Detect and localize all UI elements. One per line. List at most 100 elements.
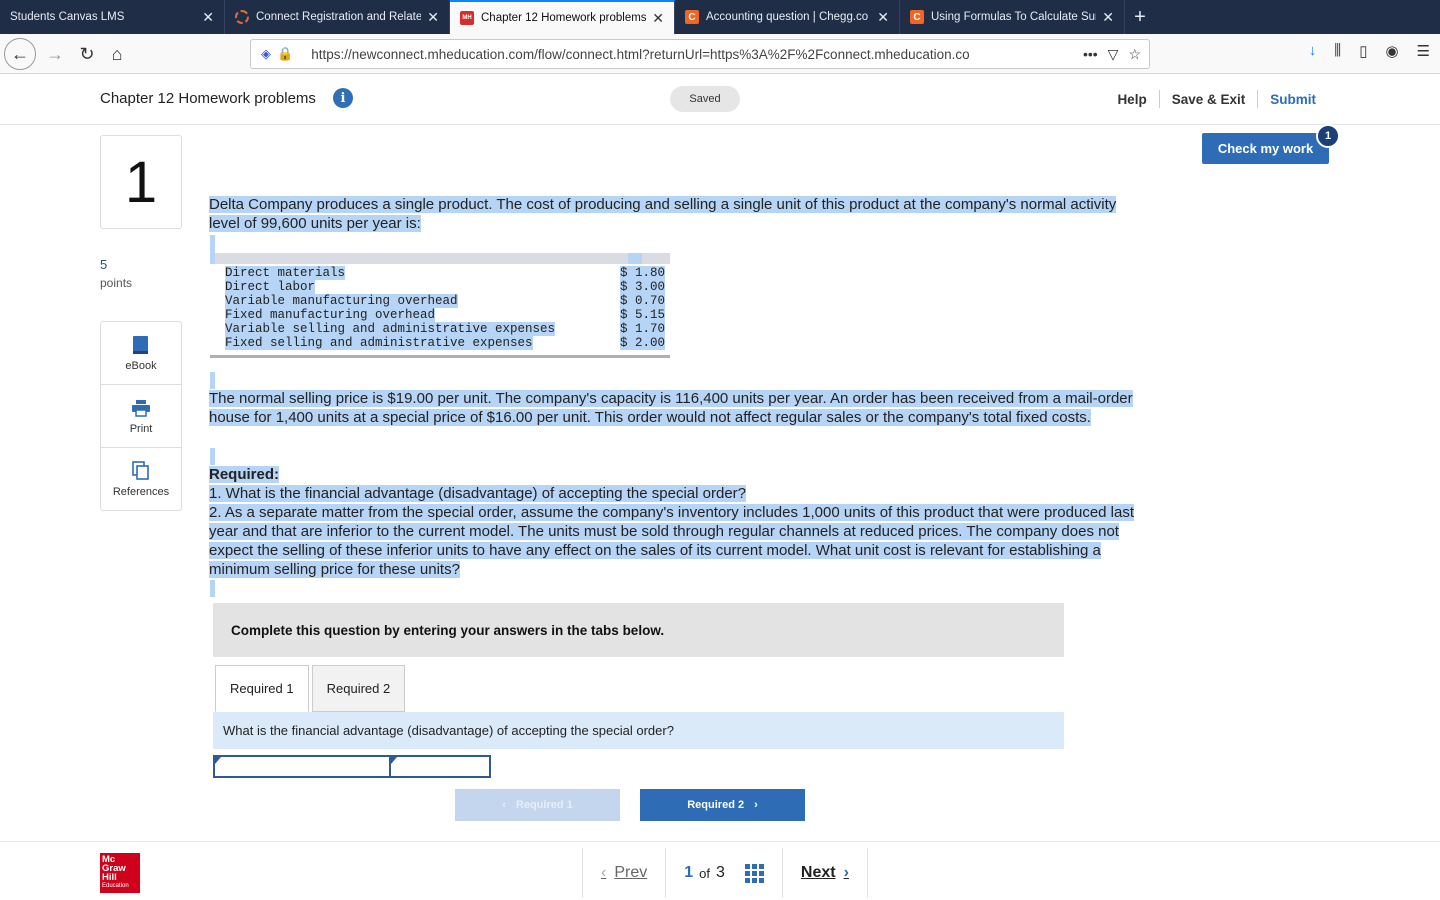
answer-tabs: Required 1 Required 2 xyxy=(215,665,406,712)
forward-arrow-icon[interactable]: → xyxy=(40,39,70,69)
cost-name: Fixed manufacturing overhead xyxy=(225,308,436,322)
cost-name: Variable manufacturing overhead xyxy=(225,294,458,308)
prev-required-button[interactable]: ‹ Required 1 xyxy=(455,789,620,821)
next-question-button[interactable]: Next › xyxy=(783,848,867,898)
question-number: 1 xyxy=(100,135,182,229)
cost-value: $ 5.15 xyxy=(620,308,666,322)
browser-tab-canvas[interactable]: Students Canvas LMS ✕ xyxy=(0,0,225,34)
required-section: Required: 1. What is the financial advan… xyxy=(209,465,1149,579)
question-pager: ‹ Prev 1 of 3 Next › xyxy=(582,848,868,898)
cost-name: Fixed selling and administrative expense… xyxy=(225,336,533,350)
cost-name: Direct materials xyxy=(225,266,346,280)
address-bar[interactable]: ◈ 🔒 https://newconnect.mheducation.com/f… xyxy=(250,39,1150,69)
pocket-icon[interactable]: ▽ xyxy=(1108,46,1119,63)
saved-status-badge: Saved xyxy=(670,86,740,112)
browser-nav-bar: ← → ↻ ⌂ ◈ 🔒 https://newconnect.mheducati… xyxy=(0,34,1440,74)
prev-label: Prev xyxy=(614,864,648,881)
cost-value: $ 2.00 xyxy=(620,336,666,350)
browser-tab-bar: Students Canvas LMS ✕ Connect Registrati… xyxy=(0,0,1440,34)
next-label: Next xyxy=(800,864,836,881)
chegg-favicon-icon: C xyxy=(910,10,924,24)
table-divider xyxy=(210,355,670,358)
library-icon[interactable]: ⫼ xyxy=(1334,42,1341,60)
download-icon[interactable]: ↓ xyxy=(1309,42,1317,60)
tool-label: Print xyxy=(129,422,153,435)
close-icon[interactable]: ✕ xyxy=(1102,9,1114,26)
tab-prompt: What is the financial advantage (disadva… xyxy=(213,712,1064,749)
table-row: Variable manufacturing overhead $ 0.70 xyxy=(210,294,680,308)
submit-link[interactable]: Submit xyxy=(1258,92,1328,107)
account-icon[interactable]: ◉ xyxy=(1385,42,1398,60)
tab-label: Students Canvas LMS xyxy=(10,11,125,23)
tab-label: Accounting question | Chegg.co xyxy=(706,11,869,23)
chegg-favicon-icon: C xyxy=(685,10,699,24)
reload-icon[interactable]: ↻ xyxy=(72,39,102,69)
url-text[interactable]: https://newconnect.mheducation.com/flow/… xyxy=(311,47,1083,62)
question-count[interactable]: 1 of 3 xyxy=(665,848,783,898)
print-button[interactable]: Print xyxy=(101,385,181,448)
sidebar-icon[interactable]: ▯ xyxy=(1359,42,1367,60)
cost-value: $ 1.70 xyxy=(620,322,666,336)
points-label: points xyxy=(100,276,133,290)
browser-tab-formulas[interactable]: C Using Formulas To Calculate Sur ✕ xyxy=(900,0,1125,34)
references-button[interactable]: References xyxy=(101,448,181,511)
of-label: of xyxy=(699,865,710,881)
answer-amount-input[interactable] xyxy=(391,755,491,778)
book-icon xyxy=(131,335,151,355)
chevron-left-icon: ‹ xyxy=(601,864,607,881)
next-required-button[interactable]: Required 2 › xyxy=(640,789,805,821)
tab-label: Chapter 12 Homework problems xyxy=(481,12,647,24)
tab-required-1[interactable]: Required 1 xyxy=(215,665,309,712)
check-my-work-button[interactable]: Check my work xyxy=(1202,133,1329,164)
bookmark-star-icon[interactable]: ☆ xyxy=(1128,46,1141,63)
page-actions-icon[interactable]: ••• xyxy=(1083,46,1098,62)
menu-icon[interactable]: ☰ xyxy=(1417,42,1430,60)
close-icon[interactable]: ✕ xyxy=(202,9,214,26)
grid-icon[interactable] xyxy=(744,863,764,883)
browser-tab-homework[interactable]: MH Chapter 12 Homework problems ✕ xyxy=(450,0,675,34)
save-exit-link[interactable]: Save & Exit xyxy=(1160,92,1258,107)
question-body: The normal selling price is $19.00 per u… xyxy=(209,390,1133,426)
table-row: Direct labor $ 3.00 xyxy=(210,280,680,294)
current-question-number: 1 xyxy=(684,864,694,881)
info-icon[interactable]: i xyxy=(333,88,353,108)
help-link[interactable]: Help xyxy=(1105,92,1158,107)
mcgraw-hill-logo: Mc Graw Hill Education xyxy=(100,853,140,893)
new-tab-icon[interactable]: + xyxy=(1125,0,1155,34)
cost-table-header xyxy=(210,253,670,264)
selection-marker xyxy=(210,448,215,465)
prev-question-button[interactable]: ‹ Prev xyxy=(583,848,665,898)
selection-marker xyxy=(210,580,215,597)
selection-marker xyxy=(210,372,215,389)
cost-name: Direct labor xyxy=(225,280,316,294)
answer-row xyxy=(213,755,491,778)
copy-documents-icon xyxy=(131,461,151,481)
home-icon[interactable]: ⌂ xyxy=(102,39,132,69)
answer-label-input[interactable] xyxy=(213,755,391,778)
chevron-right-icon: › xyxy=(843,864,849,881)
lock-icon[interactable]: 🔒 xyxy=(277,46,293,62)
instruction-banner: Complete this question by entering your … xyxy=(213,603,1064,657)
back-arrow-icon[interactable]: ← xyxy=(4,38,36,70)
mcgraw-hill-favicon-icon: MH xyxy=(460,11,474,25)
loading-icon xyxy=(235,10,249,24)
close-icon[interactable]: ✕ xyxy=(427,9,439,26)
cost-value: $ 1.80 xyxy=(620,266,666,280)
close-icon[interactable]: ✕ xyxy=(877,9,889,26)
table-row: Fixed selling and administrative expense… xyxy=(210,336,680,350)
cost-value: $ 3.00 xyxy=(620,280,666,294)
printer-icon xyxy=(131,398,151,418)
browser-tab-chegg[interactable]: C Accounting question | Chegg.co ✕ xyxy=(675,0,900,34)
selection-marker xyxy=(210,235,215,253)
chevron-left-icon: ‹ xyxy=(502,799,506,811)
page-title: Chapter 12 Homework problems xyxy=(100,90,316,107)
ebook-button[interactable]: eBook xyxy=(101,322,181,385)
tool-label: References xyxy=(112,486,170,498)
browser-tab-connect-registration[interactable]: Connect Registration and Relate ✕ xyxy=(225,0,450,34)
check-attempts-badge: 1 xyxy=(1316,124,1340,148)
tab-required-2[interactable]: Required 2 xyxy=(311,665,406,712)
required-item-1: 1. What is the financial advantage (disa… xyxy=(209,485,746,502)
shield-icon[interactable]: ◈ xyxy=(261,46,271,62)
app-header: Chapter 12 Homework problems i Saved Hel… xyxy=(0,75,1440,125)
close-icon[interactable]: ✕ xyxy=(652,10,664,27)
